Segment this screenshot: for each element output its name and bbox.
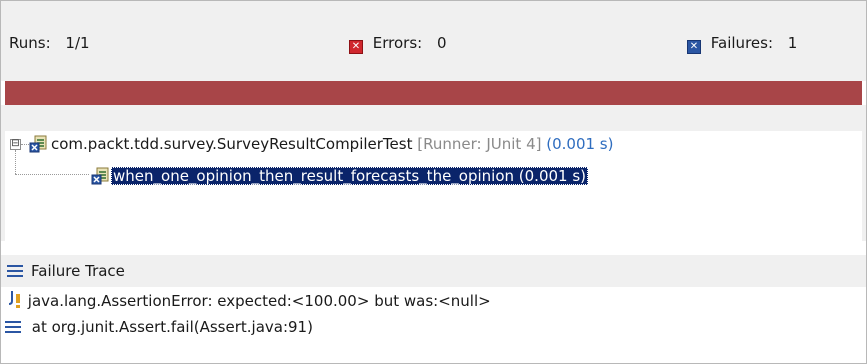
errors-label: Errors: xyxy=(372,34,423,52)
runs-counter: Runs: 1/1 xyxy=(9,33,90,53)
collapse-toggle-icon[interactable]: ⊟ xyxy=(10,139,21,150)
test-tree[interactable]: ⊟ com.packt.tdd.survey.SurveyResultCompi… xyxy=(5,131,862,241)
errors-counter: ✕ Errors: 0 xyxy=(349,33,447,54)
failure-trace-list[interactable]: java.lang.AssertionError: expected:<100.… xyxy=(1,287,866,363)
tree-connector xyxy=(15,174,89,175)
failures-label: Failures: xyxy=(710,34,774,52)
runs-label: Runs: xyxy=(9,34,51,52)
failure-trace-icon xyxy=(7,265,23,277)
tree-node-test-method[interactable]: when_one_opinion_then_result_forecasts_t… xyxy=(111,165,589,187)
progress-fill xyxy=(5,81,862,105)
test-method-failed-icon xyxy=(91,167,109,185)
failure-icon: ✕ xyxy=(687,40,701,54)
junit-view: Runs: 1/1 ✕ Errors: 0 ✕ Failures: 1 ⊟ co… xyxy=(0,0,867,364)
test-class-time: (0.001 s) xyxy=(546,135,614,153)
runs-value: 1/1 xyxy=(65,34,90,52)
trace-line[interactable]: java.lang.AssertionError: expected:<100.… xyxy=(7,289,491,313)
runner-label: [Runner: JUnit 4] xyxy=(417,135,542,153)
trace-line-text: java.lang.AssertionError: expected:<100.… xyxy=(27,292,491,310)
trace-line[interactable]: at org.junit.Assert.fail(Assert.java:91) xyxy=(5,315,313,339)
failure-trace-title: Failure Trace xyxy=(31,262,125,280)
test-counters-panel: Runs: 1/1 ✕ Errors: 0 ✕ Failures: 1 xyxy=(1,1,866,81)
stack-frame-icon xyxy=(5,321,21,333)
junit-error-icon xyxy=(8,291,20,308)
errors-value: 0 xyxy=(437,34,447,52)
failures-counter: ✕ Failures: 1 xyxy=(687,33,798,54)
tree-connector xyxy=(21,144,29,145)
error-icon: ✕ xyxy=(349,40,363,54)
test-method-name: when_one_opinion_then_result_forecasts_t… xyxy=(111,167,589,185)
failure-trace-header: Failure Trace xyxy=(1,255,866,288)
test-class-name: com.packt.tdd.survey.SurveyResultCompile… xyxy=(51,135,413,153)
tree-node-test-class[interactable]: com.packt.tdd.survey.SurveyResultCompile… xyxy=(51,133,613,155)
test-progress-bar xyxy=(5,81,862,105)
test-tree-area: ⊟ com.packt.tdd.survey.SurveyResultCompi… xyxy=(1,105,866,241)
tree-connector xyxy=(15,150,16,174)
trace-line-text: at org.junit.Assert.fail(Assert.java:91) xyxy=(31,318,313,336)
failures-value: 1 xyxy=(787,34,798,52)
test-suite-failed-icon xyxy=(29,135,47,153)
